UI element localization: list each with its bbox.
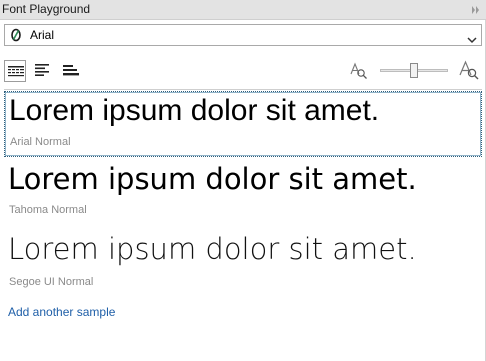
- font-dropdown-value: Arial: [30, 28, 55, 42]
- font-sample-segoe-ui[interactable]: Lorem ipsum dolor sit amet. Segoe UI Nor…: [4, 232, 482, 298]
- sample-text[interactable]: Lorem ipsum dolor sit amet.: [8, 232, 417, 266]
- align-left-icon: [35, 64, 49, 76]
- sample-font-label: Tahoma Normal: [9, 204, 87, 216]
- waterfall-view-button[interactable]: [4, 60, 26, 82]
- sample-text[interactable]: Lorem ipsum dolor sit amet.: [8, 162, 417, 196]
- font-samples-list: Lorem ipsum dolor sit amet. Arial Normal…: [4, 89, 482, 361]
- sample-font-label: Segoe UI Normal: [9, 276, 94, 288]
- font-playground-panel: Font Playground Arial Lorem ipsum dolor …: [0, 0, 486, 361]
- opentype-font-icon: [10, 28, 22, 42]
- view-toolbar: [0, 56, 486, 86]
- zoom-out-icon[interactable]: [350, 62, 368, 85]
- multiline-view-icon: [8, 66, 24, 77]
- collapse-panel-icon[interactable]: [470, 3, 482, 15]
- font-sample-arial[interactable]: Lorem ipsum dolor sit amet. Arial Normal: [4, 91, 482, 157]
- single-line-view-icon: [63, 65, 79, 76]
- sample-font-label: Arial Normal: [10, 136, 71, 148]
- chevron-down-icon[interactable]: [467, 31, 477, 44]
- font-dropdown[interactable]: Arial: [4, 24, 482, 46]
- panel-title: Font Playground: [2, 2, 91, 16]
- zoom-slider[interactable]: [380, 62, 448, 80]
- zoom-slider-thumb[interactable]: [410, 63, 418, 78]
- add-sample-link[interactable]: Add another sample: [8, 305, 115, 319]
- sample-text[interactable]: Lorem ipsum dolor sit amet.: [9, 94, 379, 128]
- zoom-in-icon[interactable]: [459, 60, 479, 85]
- single-line-view-button[interactable]: [60, 60, 82, 82]
- paragraph-view-button[interactable]: [32, 60, 54, 82]
- panel-titlebar: Font Playground: [0, 0, 486, 20]
- font-sample-tahoma[interactable]: Lorem ipsum dolor sit amet. Tahoma Norma…: [4, 162, 482, 228]
